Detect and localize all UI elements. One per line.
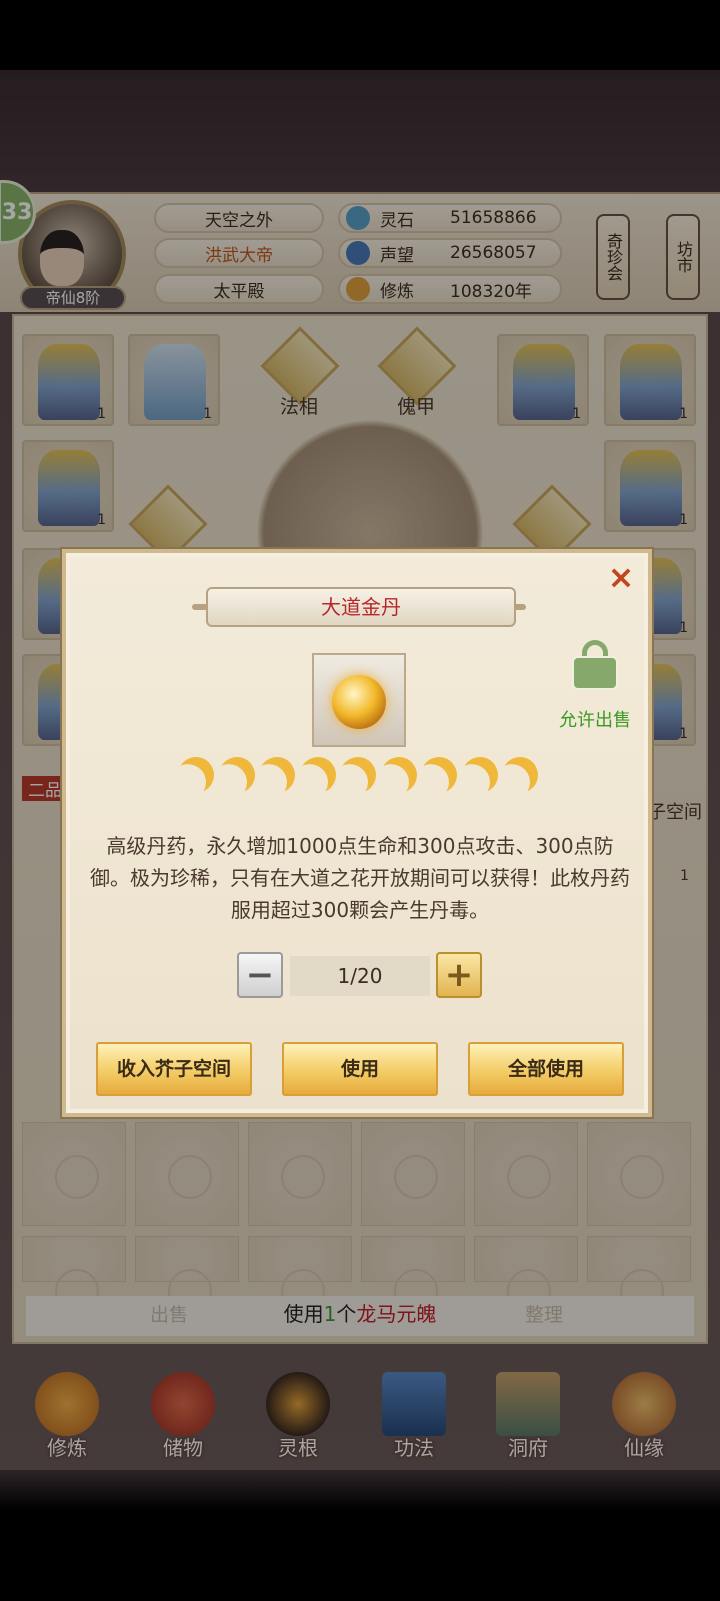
- moon-star-icon: [294, 752, 340, 798]
- moon-star-icon: [497, 752, 543, 798]
- status-bar-area: [0, 0, 720, 70]
- close-icon[interactable]: ×: [606, 561, 636, 593]
- decrease-button[interactable]: −: [237, 952, 283, 998]
- store-to-space-button[interactable]: 收入芥子空间: [96, 1042, 252, 1096]
- moon-star-icon: [335, 752, 381, 798]
- quantity-field[interactable]: 1/20: [290, 956, 430, 996]
- use-all-button[interactable]: 全部使用: [468, 1042, 624, 1096]
- lock-body: [572, 656, 618, 690]
- use-button[interactable]: 使用: [282, 1042, 438, 1096]
- dialog-title: 大道金丹: [206, 587, 516, 627]
- system-nav-area: [0, 1470, 720, 1601]
- moon-star-icon: [173, 752, 219, 798]
- item-description: 高级丹药，永久增加1000点生命和300点攻击、300点防御。极为珍稀，只有在大…: [90, 834, 630, 922]
- moon-star-icon: [416, 752, 462, 798]
- increase-button[interactable]: +: [436, 952, 482, 998]
- golden-pill-icon: [332, 675, 386, 729]
- moon-star-icon: [254, 752, 300, 798]
- moon-star-icon: [213, 752, 259, 798]
- moon-star-icon: [456, 752, 502, 798]
- allow-sale-label: 允许出售: [559, 710, 631, 731]
- lock-icon[interactable]: [572, 640, 618, 692]
- grade-moons: [178, 757, 538, 801]
- moon-star-icon: [375, 752, 421, 798]
